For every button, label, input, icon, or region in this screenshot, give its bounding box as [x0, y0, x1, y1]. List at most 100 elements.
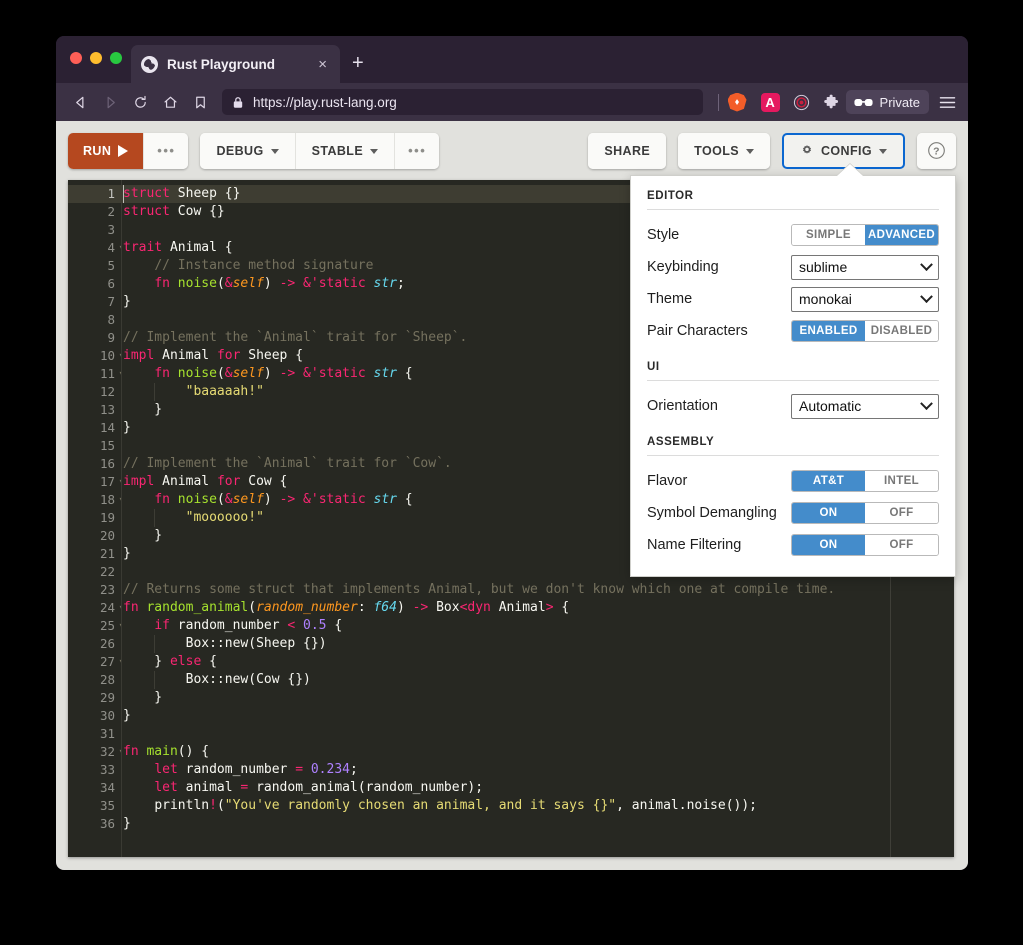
code-line[interactable]: } else { [121, 653, 954, 671]
private-window-indicator[interactable]: Private [845, 90, 929, 114]
code-line[interactable]: // Returns some struct that implements A… [121, 581, 954, 599]
config-row-label: Keybinding [647, 259, 719, 275]
hamburger-menu-icon[interactable] [933, 95, 958, 110]
indent-guide [154, 509, 155, 527]
segment-option[interactable]: INTEL [865, 471, 938, 491]
config-row-label: Style [647, 227, 680, 243]
code-line[interactable]: println!("You've randomly chosen an anim… [121, 797, 954, 815]
code-line[interactable]: if random_number < 0.5 { [121, 617, 954, 635]
line-number: 18▾ [68, 491, 124, 509]
segment-option[interactable]: ENABLED [792, 321, 865, 341]
reload-icon[interactable] [126, 88, 154, 116]
extensions-puzzle-icon[interactable] [823, 94, 840, 111]
brave-shields-icon[interactable] [727, 92, 747, 112]
maximize-window-button[interactable] [110, 52, 122, 64]
config-section-title: ASSEMBLY [647, 436, 939, 456]
debug-mode-dropdown[interactable]: DEBUG [200, 132, 296, 169]
code-line[interactable]: fn random_animal(random_number: f64) -> … [121, 599, 954, 617]
home-icon[interactable] [156, 88, 184, 116]
indent-guide [154, 635, 155, 653]
segment-option[interactable]: DISABLED [865, 321, 938, 341]
help-group: ? [917, 132, 956, 169]
line-number: 8 [107, 312, 115, 327]
segment-option[interactable]: SIMPLE [792, 225, 865, 245]
back-arrow-icon[interactable] [66, 88, 94, 116]
line-number: 14 [99, 420, 115, 435]
url-text: https://play.rust-lang.org [253, 94, 397, 110]
config-row: Name Filtering ON OFF [647, 529, 939, 561]
segmented-control-flavor[interactable]: AT&T INTEL [791, 470, 939, 492]
segment-option[interactable]: OFF [865, 503, 938, 523]
line-number: 28 [99, 672, 115, 687]
chevron-down-icon [920, 289, 933, 303]
code-line[interactable]: } [121, 707, 954, 725]
line-number: 35 [99, 798, 115, 813]
code-line[interactable]: let random_number = 0.234; [121, 761, 954, 779]
config-row-control: Automatic [791, 393, 939, 419]
config-section-title: UI [647, 361, 939, 381]
forward-arrow-icon [96, 88, 124, 116]
select-theme[interactable]: monokai [791, 286, 939, 312]
line-number: 32▾ [68, 743, 124, 761]
minimize-window-button[interactable] [90, 52, 102, 64]
line-number: 23 [99, 582, 115, 597]
config-row-label: Symbol Demangling [647, 505, 777, 521]
segment-option[interactable]: ON [792, 503, 865, 523]
help-button[interactable]: ? [917, 132, 956, 169]
line-number: 2 [107, 204, 115, 219]
new-tab-button[interactable]: + [352, 53, 364, 73]
select-value: monokai [799, 291, 852, 307]
line-number: 27▾ [68, 653, 124, 671]
address-bar[interactable]: https://play.rust-lang.org [222, 89, 703, 115]
extension-a-icon[interactable]: A [760, 92, 780, 112]
config-row-label: Orientation [647, 398, 718, 414]
channel-dropdown[interactable]: STABLE [295, 132, 396, 169]
config-row-control: AT&T INTEL [791, 470, 939, 492]
code-line[interactable]: Box::new(Sheep {}) [121, 635, 954, 653]
playground-toolbar: RUN ••• DEBUG STABLE ••• SHARE TOOLS CON… [56, 121, 968, 180]
bookmark-icon[interactable] [186, 88, 214, 116]
code-line[interactable]: } [121, 815, 954, 833]
code-line[interactable]: Box::new(Cow {}) [121, 671, 954, 689]
run-options-button[interactable]: ••• [144, 132, 189, 169]
config-row-label: Name Filtering [647, 537, 742, 553]
line-number: 33 [99, 762, 115, 777]
segmented-control-name-filtering[interactable]: ON OFF [791, 534, 939, 556]
close-window-button[interactable] [70, 52, 82, 64]
code-line[interactable]: let animal = random_animal(random_number… [121, 779, 954, 797]
segment-option[interactable]: ADVANCED [865, 225, 938, 245]
segment-option[interactable]: OFF [865, 535, 938, 555]
extension-ring-icon[interactable] [792, 93, 811, 112]
line-number: 19 [99, 510, 115, 525]
line-number: 13 [99, 402, 115, 417]
line-number: 4▾ [68, 239, 124, 257]
code-line[interactable] [121, 725, 954, 743]
globe-icon [141, 55, 158, 73]
config-section-title: EDITOR [647, 190, 939, 210]
config-row: Style SIMPLE ADVANCED [647, 219, 939, 251]
tools-dropdown[interactable]: TOOLS [678, 132, 770, 169]
segment-option[interactable]: AT&T [792, 471, 865, 491]
select-orientation[interactable]: Automatic [791, 393, 939, 419]
browser-tab[interactable]: Rust Playground × [131, 45, 340, 83]
close-icon[interactable]: × [315, 57, 330, 72]
line-number: 10▾ [68, 347, 124, 365]
code-line[interactable]: fn main() { [121, 743, 954, 761]
segment-option[interactable]: ON [792, 535, 865, 555]
share-button[interactable]: SHARE [588, 132, 667, 169]
config-row: Orientation Automatic [647, 390, 939, 422]
segmented-control-symbol-demangling[interactable]: ON OFF [791, 502, 939, 524]
config-row-label: Flavor [647, 473, 688, 489]
run-button[interactable]: RUN [68, 132, 145, 169]
build-options-button[interactable]: ••• [395, 132, 440, 169]
config-row-label: Theme [647, 291, 693, 307]
segmented-control-pair-characters[interactable]: ENABLED DISABLED [791, 320, 939, 342]
play-icon [118, 144, 129, 157]
private-label: Private [879, 94, 920, 110]
code-line[interactable]: } [121, 689, 954, 707]
line-number: 21 [99, 546, 115, 561]
chevron-down-icon [920, 396, 933, 410]
select-keybinding[interactable]: sublime [791, 254, 939, 280]
segmented-control-style[interactable]: SIMPLE ADVANCED [791, 224, 939, 246]
line-number: 25▾ [68, 617, 124, 635]
